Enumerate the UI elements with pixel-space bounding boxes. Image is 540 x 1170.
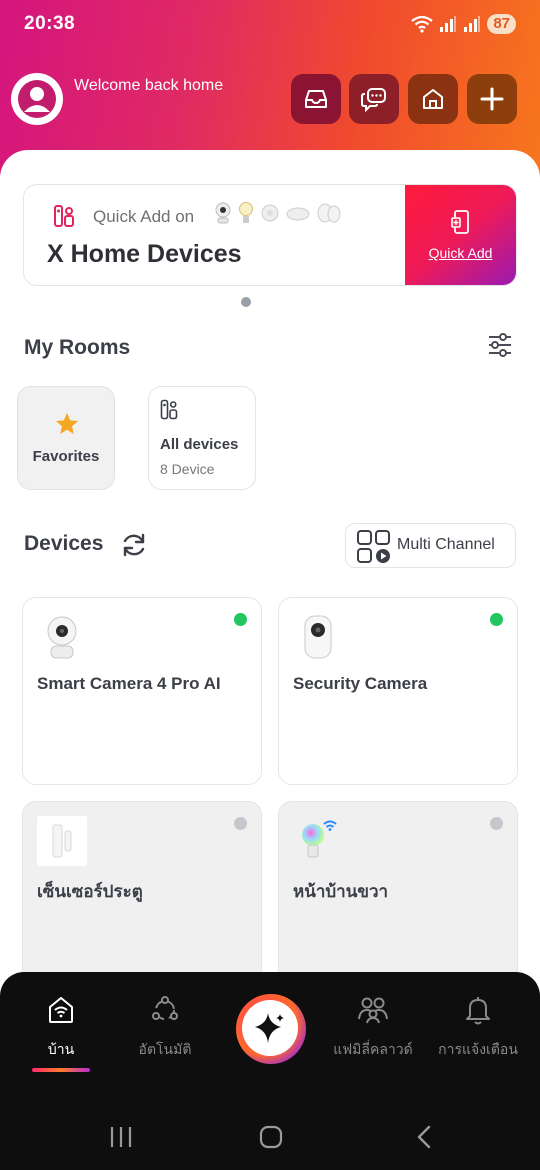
device-name: เซ็นเซอร์ประตู xyxy=(37,882,143,901)
device-card-smart-camera[interactable]: Smart Camera 4 Pro AI xyxy=(22,597,262,785)
device-name: หน้าบ้านขวา xyxy=(293,882,389,901)
nav-automation[interactable]: อัตโนมัติ xyxy=(115,994,215,1061)
system-navigation xyxy=(0,1112,540,1162)
nav-family-cloud[interactable]: แฟมิลี่คลาวด์ xyxy=(323,994,423,1061)
chat-icon xyxy=(361,88,386,112)
device-status xyxy=(490,817,503,830)
status-bar: 20:38 87 xyxy=(0,0,540,48)
bell-icon xyxy=(466,997,490,1025)
inbox-icon xyxy=(305,90,327,108)
nav-home[interactable]: บ้าน xyxy=(11,994,111,1061)
avatar[interactable] xyxy=(11,73,63,125)
status-icons: 87 xyxy=(411,14,516,34)
recent-apps-icon[interactable] xyxy=(108,1124,134,1150)
device-card-security-camera[interactable]: Security Camera xyxy=(278,597,518,785)
nav-notifications-label: การแจ้งเตือน xyxy=(438,1041,518,1057)
status-time: 20:38 xyxy=(24,13,76,34)
rooms-title: My Rooms xyxy=(24,336,131,359)
refresh-icon[interactable] xyxy=(120,531,148,559)
home-icon xyxy=(423,89,443,109)
user-icon xyxy=(18,80,56,118)
quick-add-subtitle: Quick Add on xyxy=(93,207,195,226)
sensor-device-icon xyxy=(261,204,279,222)
device-image xyxy=(37,612,87,662)
device-image xyxy=(37,816,87,866)
camera-device-icon xyxy=(215,202,231,224)
add-button[interactable] xyxy=(467,74,517,124)
sparkle-icon xyxy=(255,1013,284,1043)
wifi-icon xyxy=(411,15,433,33)
quick-add-device-icons xyxy=(214,201,342,225)
device-image xyxy=(293,816,343,866)
device-image xyxy=(293,612,343,662)
all-devices-label: All devices xyxy=(160,436,239,453)
bulb-icon xyxy=(302,820,337,858)
ai-assistant-button[interactable] xyxy=(236,994,306,1064)
quick-add-banner[interactable]: Quick Add on X Home Devices Quick Add xyxy=(23,184,517,286)
all-devices-count: 8 Device xyxy=(160,461,215,477)
device-status xyxy=(234,817,247,830)
home-wifi-icon xyxy=(49,997,73,1023)
quick-add-title: X Home Devices xyxy=(47,240,242,268)
star-icon xyxy=(56,413,78,434)
bottom-navigation: บ้าน อัตโนมัติ แฟมิลี่คลาวด์ การแจ้งเตือ… xyxy=(0,972,540,1170)
device-card-front-right[interactable]: หน้าบ้านขวา xyxy=(278,801,518,989)
hub-device-icon xyxy=(286,207,310,221)
settings-sliders-icon[interactable] xyxy=(486,332,514,358)
plus-icon xyxy=(480,87,504,111)
active-tab-indicator xyxy=(32,1068,90,1072)
device-status xyxy=(234,613,247,626)
battery-level: 87 xyxy=(487,14,516,34)
devices-title: Devices xyxy=(24,532,104,555)
device-name: Smart Camera 4 Pro AI xyxy=(37,674,221,693)
multi-channel-icon xyxy=(357,530,390,563)
device-name: Security Camera xyxy=(293,674,428,693)
button-device-icon xyxy=(317,203,341,223)
signal-icon xyxy=(440,16,457,32)
ai-button-inner xyxy=(242,1000,298,1056)
carousel-indicator xyxy=(241,297,251,307)
automation-icon xyxy=(152,996,178,1020)
device-remote-icon xyxy=(54,205,74,227)
home-system-icon[interactable] xyxy=(258,1124,284,1150)
multi-channel-button[interactable]: Multi Channel xyxy=(345,523,516,568)
back-icon[interactable] xyxy=(412,1124,438,1150)
nav-family-label: แฟมิลี่คลาวด์ xyxy=(333,1041,413,1057)
room-all-devices[interactable]: All devices 8 Device xyxy=(148,386,256,490)
quick-add-button[interactable]: Quick Add xyxy=(405,185,516,285)
favorites-label: Favorites xyxy=(32,448,100,465)
room-favorites[interactable]: Favorites xyxy=(17,386,115,490)
welcome-text: Welcome back home xyxy=(74,77,224,94)
home-button[interactable] xyxy=(408,74,458,124)
quick-add-link[interactable]: Quick Add xyxy=(429,245,493,261)
device-card-door-sensor[interactable]: เซ็นเซอร์ประตู xyxy=(22,801,262,989)
nav-automation-label: อัตโนมัติ xyxy=(138,1041,192,1057)
nav-home-label: บ้าน xyxy=(47,1041,75,1057)
camera-icon xyxy=(47,616,77,659)
multi-channel-label: Multi Channel xyxy=(397,536,495,553)
door-sensor-icon xyxy=(52,824,72,858)
camera-icon xyxy=(304,615,332,659)
bulb-device-icon xyxy=(239,202,253,223)
top-bar: Welcome back home xyxy=(0,70,540,130)
nav-notifications[interactable]: การแจ้งเตือน xyxy=(428,994,528,1061)
device-status xyxy=(490,613,503,626)
devices-icon xyxy=(160,399,178,420)
signal-icon-2 xyxy=(464,16,481,32)
phone-add-icon xyxy=(450,210,469,234)
family-icon xyxy=(358,997,388,1024)
chat-button[interactable] xyxy=(349,74,399,124)
inbox-button[interactable] xyxy=(291,74,341,124)
